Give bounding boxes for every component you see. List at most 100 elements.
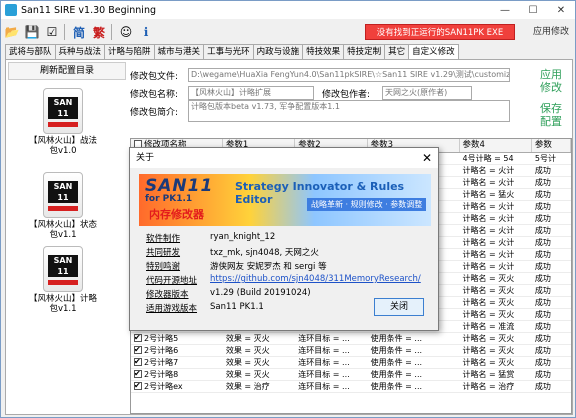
apply-changes-button[interactable]: 应用修改: [533, 24, 569, 40]
preset-item[interactable]: SAN 11 【风林火山】战法 包v1.0: [8, 88, 118, 156]
table-cell: 效果 = 灭火: [225, 334, 270, 343]
preset-caption: 【风林火山】计略 包v1.1: [28, 294, 97, 314]
table-cell: 2号计略8: [131, 369, 223, 380]
tab-cities[interactable]: 城市与港关: [153, 44, 205, 59]
close-button[interactable]: 关闭: [374, 298, 424, 316]
table-row[interactable]: 2号计略ex效果 = 治疗 连环目标 = ... 使用条件 = ... 计略名 = 治…: [131, 381, 571, 393]
table-cell: 计略名 = 灭火: [462, 310, 515, 319]
preset-logo: SAN 11: [43, 246, 83, 292]
table-cell: 计略名 = 火计: [462, 226, 515, 235]
table-cell: 计略名 = 猛赏: [462, 370, 515, 379]
file-label: 修改包文件:: [130, 71, 179, 82]
table-cell: 成功: [534, 358, 551, 367]
author-field[interactable]: 天网之火(原作者): [382, 86, 472, 100]
author-label: 修改包作者:: [322, 89, 371, 100]
table-cell: 成功: [534, 310, 551, 319]
tab-other[interactable]: 其它: [384, 44, 410, 59]
table-cell: 计略名 = 火计: [462, 250, 515, 259]
tab-skill-custom[interactable]: 特技定制: [343, 44, 386, 59]
tab-works[interactable]: 工事与光环: [203, 44, 254, 59]
table-cell: 成功: [534, 322, 551, 331]
table-cell: 效果 = 灭火: [225, 358, 270, 367]
row-checkbox[interactable]: [134, 333, 142, 343]
close-icon[interactable]: ✕: [422, 148, 432, 168]
row-checkbox[interactable]: [134, 357, 142, 367]
info-key: 软件制作: [146, 234, 181, 244]
preset-item[interactable]: SAN 11 【风林火山】计略 包v1.1: [8, 246, 118, 314]
table-cell: 计略名 = 火计: [462, 178, 515, 187]
row-checkbox[interactable]: [134, 369, 142, 379]
tab-domestic[interactable]: 内政与设施: [252, 44, 304, 59]
table-cell: 连环目标 = ...: [298, 382, 350, 391]
table-cell: 2号计略ex: [131, 381, 223, 392]
refresh-config-button[interactable]: 刷新配置目录: [8, 62, 126, 80]
tab-skill-effects[interactable]: 特技效果: [302, 44, 345, 59]
description-field[interactable]: 计略包版本beta v1.73, 军争配置版本1.1: [188, 100, 510, 122]
table-cell: 使用条件 = ...: [370, 334, 423, 343]
close-icon[interactable]: ✕: [547, 1, 575, 19]
table-cell: 成功: [534, 190, 551, 199]
table-cell: 2号计略5: [131, 333, 223, 344]
tab-custom-mods[interactable]: 自定义修改: [408, 44, 459, 60]
traditional-chinese-button[interactable]: 繁: [90, 23, 108, 41]
about-dialog: 关于 ✕ SAN11 for PK1.1 内存修改器 Strategy Inno…: [129, 147, 439, 331]
toolbar-separator: [64, 24, 65, 40]
table-cell: 计略名 = 灭火: [462, 346, 515, 355]
col-header[interactable]: 参数4: [460, 139, 532, 152]
info-row: 共同研发 txz_mk, sjn4048, 天网之火: [146, 246, 319, 258]
open-folder-icon[interactable]: 📂: [3, 23, 21, 41]
apply-link[interactable]: 应用 修改: [540, 68, 562, 94]
minimize-icon[interactable]: —: [491, 1, 519, 19]
table-row[interactable]: 2号计略8效果 = 灭火 连环目标 = ... 使用条件 = ... 计略名 = 猛赏…: [131, 369, 571, 381]
checklist-icon[interactable]: ☑: [43, 23, 61, 41]
tab-stratagems[interactable]: 计略与陷阱: [104, 44, 155, 59]
info-key: 适用游戏版本: [146, 304, 198, 314]
file-path-field[interactable]: D:\wegame\HuaXia FengYun4.0\San11pkSIRE\…: [188, 68, 510, 82]
table-row[interactable]: 2号计略7效果 = 灭火 连环目标 = ... 使用条件 = ... 计略名 = 灭火…: [131, 357, 571, 369]
table-cell: 成功: [534, 166, 551, 175]
row-checkbox[interactable]: [134, 345, 142, 355]
col-header[interactable]: 参数: [532, 139, 571, 152]
table-cell: 连环目标 = ...: [298, 346, 350, 355]
source-code-link[interactable]: https://github.com/sjn4048/311MemoryRese…: [210, 274, 421, 286]
table-cell: 成功: [534, 226, 551, 235]
info-row: 特别鸣谢 游侠网友 安妮罗杰 和 sergi 等: [146, 260, 327, 272]
desc-label: 修改包简介:: [130, 107, 179, 118]
info-value: v1.29 (Build 20191024): [210, 288, 311, 298]
table-cell: 使用条件 = ...: [370, 346, 423, 355]
row-checkbox[interactable]: [134, 381, 142, 391]
about-banner: SAN11 for PK1.1 内存修改器 Strategy Innovator…: [139, 174, 431, 226]
save-icon[interactable]: 💾: [23, 23, 41, 41]
table-cell: 成功: [534, 202, 551, 211]
info-row: 软件制作 ryan_knight_12: [146, 232, 275, 244]
table-cell: 使用条件 = ...: [370, 358, 423, 367]
table-cell: 成功: [534, 274, 551, 283]
info-icon[interactable]: ℹ: [137, 23, 155, 41]
save-config-link[interactable]: 保存 配置: [540, 102, 562, 128]
info-value: ryan_knight_12: [210, 232, 276, 242]
name-row: 修改包名称: 【风林火山】计略扩展 修改包作者: 天网之火(原作者): [130, 86, 472, 100]
preset-panel: 刷新配置目录 SAN 11 【风林火山】战法 包v1.0 SAN 11 【风林火山】…: [8, 62, 126, 412]
info-key: 代码开源地址: [146, 276, 198, 286]
preset-item[interactable]: SAN 11 【风林火山】状态 包v1.1: [8, 172, 118, 240]
tab-generals[interactable]: 武将与部队: [5, 44, 56, 59]
tab-units[interactable]: 兵种与战法: [54, 44, 106, 59]
name-field[interactable]: 【风林火山】计略扩展: [188, 86, 314, 100]
table-cell: 成功: [534, 250, 551, 259]
table-cell: 成功: [534, 382, 551, 391]
title-bar: San11 SIRE v1.30 Beginning — ☐ ✕: [1, 1, 575, 19]
table-row[interactable]: 2号计略6效果 = 灭火 连环目标 = ... 使用条件 = ... 计略名 = 灭火…: [131, 345, 571, 357]
info-value: San11 PK1.1: [210, 302, 264, 312]
dialog-title: 关于: [136, 153, 155, 163]
info-row: 适用游戏版本 San11 PK1.1: [146, 302, 264, 314]
table-cell: 计略名 = 灭火: [462, 334, 515, 343]
table-row[interactable]: 2号计略5效果 = 灭火 连环目标 = ... 使用条件 = ... 计略名 = 灭火…: [131, 333, 571, 345]
table-cell: 计略名 = 火计: [462, 202, 515, 211]
table-cell: 计略名 = 火计: [462, 214, 515, 223]
preset-logo: SAN 11: [43, 172, 83, 218]
table-cell: 2号计略6: [131, 345, 223, 356]
table-cell: 成功: [534, 262, 551, 271]
face-icon[interactable]: ☺: [117, 23, 135, 41]
maximize-icon[interactable]: ☐: [519, 1, 547, 19]
simplified-chinese-button[interactable]: 简: [70, 23, 88, 41]
